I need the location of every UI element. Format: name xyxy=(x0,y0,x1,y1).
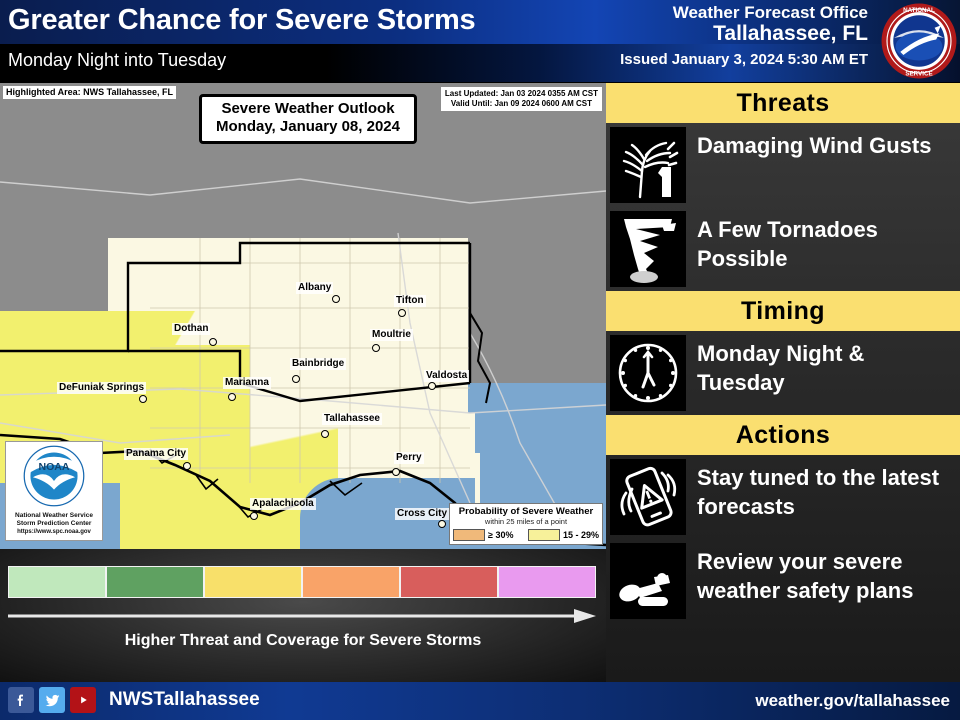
panel-item-label: Stay tuned to the latest forecasts xyxy=(697,465,940,519)
scale-segment xyxy=(400,566,498,598)
section-heading-actions: Actions xyxy=(606,415,960,455)
panel-item: Damaging Wind Gusts xyxy=(606,123,960,207)
city-marker-dot xyxy=(139,395,147,403)
page-subtitle: Monday Night into Tuesday xyxy=(8,50,227,70)
legend-label: 15 - 29% xyxy=(562,530,599,540)
city-label: Perry xyxy=(394,452,424,464)
spc-line1: National Weather Service xyxy=(15,512,93,519)
city-label: Bainbridge xyxy=(290,358,347,370)
city-marker-dot xyxy=(250,512,258,520)
outlook-map: Highlighted Area: NWS Tallahassee, FL Se… xyxy=(0,83,606,549)
office-label: Weather Forecast Office xyxy=(672,3,868,22)
last-updated: Last Updated: Jan 03 2024 0355 AM CST xyxy=(444,89,598,98)
legend-entries: ≥ 30% 15 - 29% xyxy=(453,529,599,541)
scale-arrow-icon xyxy=(8,609,596,623)
city-marker-dot xyxy=(321,430,329,438)
city-label: Tifton xyxy=(394,295,426,307)
twitter-icon[interactable] xyxy=(39,687,65,713)
scale-segment xyxy=(8,566,106,598)
spc-url: https://www.spc.noaa.gov xyxy=(17,529,91,535)
panel-item-label: A Few Tornadoes Possible xyxy=(697,217,878,271)
svg-text:NATIONAL: NATIONAL xyxy=(903,7,935,14)
legend-title: Probability of Severe Weather xyxy=(458,506,594,517)
legend-label: ≥ 30% xyxy=(488,530,514,540)
clock-icon-box xyxy=(610,335,686,411)
city-label: Valdosta xyxy=(424,370,470,382)
weather-graphic: Greater Chance for Severe Storms Monday … xyxy=(0,0,960,720)
city-label: Apalachicola xyxy=(250,498,316,510)
noaa-logo-icon: NOAA xyxy=(23,445,85,507)
city-marker-dot xyxy=(392,468,400,476)
footer-url[interactable]: weather.gov/tallahassee xyxy=(755,691,950,711)
outlook-title: Severe Weather Outlook xyxy=(221,100,395,117)
legend-subtitle: within 25 miles of a point xyxy=(484,517,568,526)
city-marker-dot xyxy=(372,344,380,352)
spc-line2: Storm Prediction Center xyxy=(16,520,92,527)
city-marker-dot xyxy=(228,393,236,401)
scale-segment xyxy=(106,566,204,598)
legend-swatch xyxy=(527,529,560,541)
scale-segment xyxy=(204,566,302,598)
panel-item: Monday Night & Tuesday xyxy=(606,331,960,415)
panel-item-label: Monday Night & Tuesday xyxy=(697,341,865,395)
youtube-icon[interactable] xyxy=(70,687,96,713)
social-links: NWSTallahassee xyxy=(8,687,260,713)
issued-timestamp: Issued January 3, 2024 5:30 AM ET xyxy=(620,51,868,68)
highlighted-area-label: Highlighted Area: NWS Tallahassee, FL xyxy=(3,86,177,99)
city-label: Albany xyxy=(296,282,334,294)
outlook-title-box: Severe Weather Outlook Monday, January 0… xyxy=(199,94,417,144)
city-label: Dothan xyxy=(172,323,211,335)
shelter-safety-icon-box xyxy=(610,543,686,619)
city-label: Cross City xyxy=(395,508,450,520)
shelter-safety-icon xyxy=(610,543,686,619)
panel-item-label: Review your severe weather safety plans xyxy=(697,549,914,603)
map-metadata: Last Updated: Jan 03 2024 0355 AM CST Va… xyxy=(440,87,602,111)
section-heading-threats: Threats xyxy=(606,83,960,123)
scale-caption: Higher Threat and Coverage for Severe St… xyxy=(124,632,482,649)
info-panel: Threats Damaging Wind Gusts A Few Tornadoe… xyxy=(606,83,960,682)
city-label: Tallahassee xyxy=(322,413,382,425)
city-marker-dot xyxy=(209,338,217,346)
city-marker-dot xyxy=(332,295,340,303)
panel-item: Review your severe weather safety plans xyxy=(606,539,960,623)
city-marker-dot xyxy=(183,462,191,470)
city-label: Marianna xyxy=(223,377,271,389)
svg-text:SERVICE: SERVICE xyxy=(905,70,932,77)
probability-legend: Probability of Severe Weather within 25 … xyxy=(449,503,603,545)
city-label: Moultrie xyxy=(370,329,413,341)
facebook-icon[interactable] xyxy=(8,687,34,713)
phone-alert-icon-box xyxy=(610,459,686,535)
city-marker-dot xyxy=(438,520,446,528)
threat-scale-bar xyxy=(8,566,596,598)
panel-item: A Few Tornadoes Possible xyxy=(606,207,960,291)
section-heading-timing: Timing xyxy=(606,291,960,331)
wind-damaged-tree-icon xyxy=(610,127,686,203)
wind-damaged-tree-icon-box xyxy=(610,127,686,203)
city-label: Panama City xyxy=(124,448,189,460)
social-handle: NWSTallahassee xyxy=(109,689,260,710)
city-marker-dot xyxy=(398,309,406,317)
legend-entry: ≥ 30% xyxy=(453,529,513,541)
outlook-date: Monday, January 08, 2024 xyxy=(216,118,400,135)
svg-text:NOAA: NOAA xyxy=(38,461,69,473)
city-marker-dot xyxy=(292,375,300,383)
panel-item-label: Damaging Wind Gusts xyxy=(697,133,932,158)
valid-until: Valid Until: Jan 09 2024 0600 AM CST xyxy=(450,99,592,108)
clock-icon xyxy=(610,335,686,411)
city-label: DeFuniak Springs xyxy=(57,382,147,394)
scale-segment xyxy=(498,566,596,598)
legend-swatch xyxy=(453,529,485,541)
panel-item: Stay tuned to the latest forecasts xyxy=(606,455,960,539)
phone-alert-icon xyxy=(610,459,686,535)
legend-entry: 15 - 29% xyxy=(527,529,599,541)
tornado-icon-box xyxy=(610,211,686,287)
scale-segment xyxy=(302,566,400,598)
page-title: Greater Chance for Severe Storms xyxy=(8,4,476,36)
spc-logo-block: NOAA National Weather Service Storm Pred… xyxy=(5,441,103,541)
threat-scale: Higher Threat and Coverage for Severe St… xyxy=(0,549,606,682)
tornado-icon xyxy=(610,211,686,287)
office-location: Tallahassee, FL xyxy=(713,22,868,45)
city-marker-dot xyxy=(428,382,436,390)
nws-logo-icon: NATIONAL SERVICE xyxy=(881,3,957,79)
